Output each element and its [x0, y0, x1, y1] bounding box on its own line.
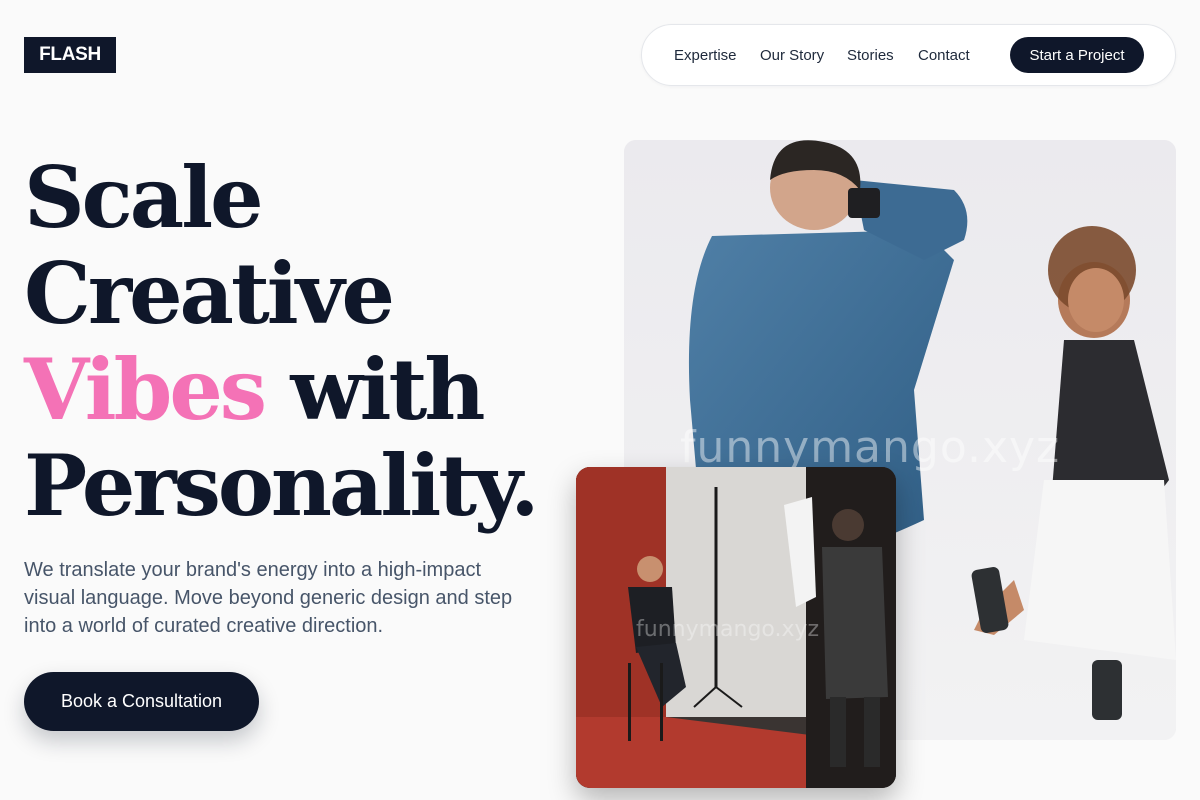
nav-link-our-story[interactable]: Our Story: [760, 25, 824, 85]
studio-illustration: [576, 467, 896, 788]
main-nav: Expertise Our Story Stories Contact Star…: [641, 24, 1176, 86]
hero-photo-inset: funnymango.xyz: [576, 467, 896, 788]
nav-link-stories[interactable]: Stories: [847, 25, 894, 85]
start-project-button[interactable]: Start a Project: [1010, 37, 1144, 73]
headline-line-3: Vibes with: [24, 342, 536, 438]
brand-logo[interactable]: FLASH: [24, 37, 116, 73]
landing-page: FLASH Expertise Our Story Stories Contac…: [0, 0, 1200, 800]
headline-accent-word: Vibes: [24, 340, 267, 439]
hero-headline: Scale Creative Vibes with Personality.: [24, 148, 539, 535]
hero-description: We translate your brand's energy into a …: [24, 559, 513, 637]
headline-line-4: Personality.: [24, 436, 539, 535]
nav-link-contact[interactable]: Contact: [918, 25, 970, 85]
headline-line-2: Creative: [24, 244, 395, 343]
headline-line-3-rest: with: [264, 340, 485, 439]
nav-link-expertise[interactable]: Expertise: [674, 25, 737, 85]
book-consultation-button[interactable]: Book a Consultation: [24, 672, 259, 731]
headline-line-1: Scale: [24, 148, 264, 247]
